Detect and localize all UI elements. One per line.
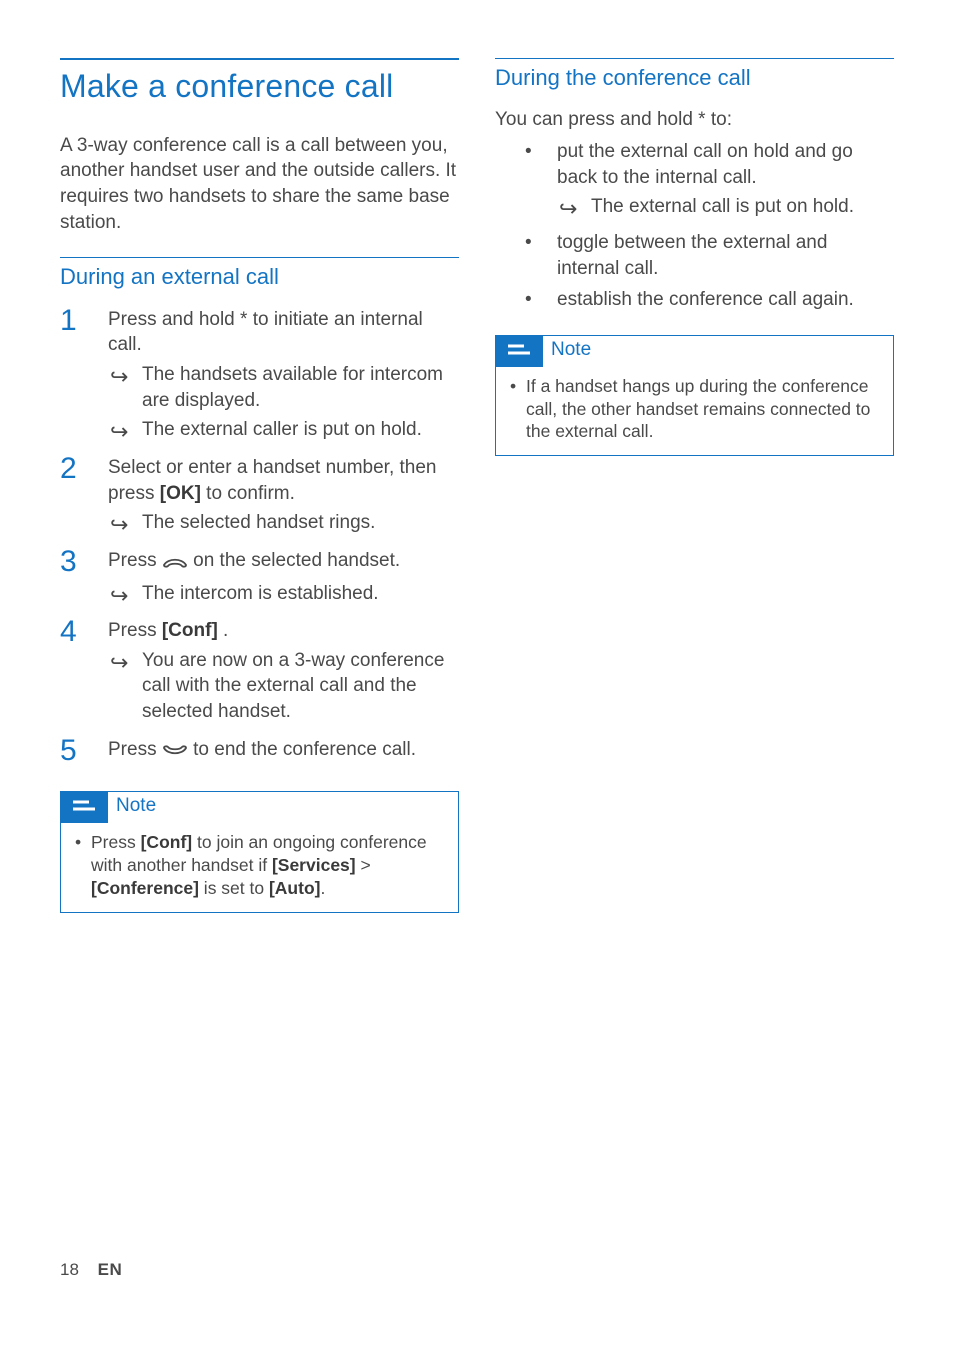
note-item: Press [Conf] to join an ongoing conferen… <box>75 831 444 901</box>
subsection-heading: During an external call <box>60 257 459 292</box>
step-text: on the selected handset. <box>188 550 400 571</box>
result-list: The external call is put on hold. <box>557 194 894 224</box>
subsection-heading: During the conference call <box>495 58 894 93</box>
note-box: Note Press [Conf] to join an ongoing con… <box>60 791 459 912</box>
result-item: The selected handset rings. <box>108 510 459 540</box>
section-heading: Make a conference call <box>60 58 459 109</box>
step-text: . <box>218 620 229 641</box>
step-2: Select or enter a handset number, then p… <box>60 455 459 548</box>
note-title: Note <box>108 791 156 823</box>
step-3: Press on the selected handset. The inter… <box>60 548 459 618</box>
result-item: The intercom is established. <box>108 581 459 611</box>
note-icon <box>495 335 543 367</box>
step-text: to confirm. <box>201 483 295 504</box>
step-text: Press <box>108 620 162 641</box>
right-column: During the conference call You can press… <box>495 58 894 933</box>
bullet-item: establish the conference call again. <box>521 287 894 319</box>
note-icon <box>60 791 108 823</box>
page-number: 18 <box>60 1260 79 1279</box>
lead-paragraph: You can press and hold * to: <box>495 107 894 133</box>
conf-key: [Conf] <box>162 620 218 641</box>
bullet-text: put the external call on hold and go bac… <box>557 141 853 188</box>
result-list: The intercom is established. <box>108 581 459 611</box>
bullet-item: put the external call on hold and go bac… <box>521 139 894 230</box>
note-text: . <box>320 878 325 898</box>
conf-key: [Conf] <box>141 832 193 852</box>
auto-option: [Auto] <box>269 878 321 898</box>
bullet-list: put the external call on hold and go bac… <box>495 139 894 319</box>
conference-menu: [Conference] <box>91 878 199 898</box>
result-item: The external call is put on hold. <box>557 194 894 224</box>
step-text: Press <box>108 739 162 760</box>
note-text: is set to <box>199 878 269 898</box>
result-list: The selected handset rings. <box>108 510 459 540</box>
step-1: Press and hold * to initiate an internal… <box>60 307 459 455</box>
result-list: The handsets available for intercom are … <box>108 362 459 447</box>
bullet-item: toggle between the external and internal… <box>521 230 894 287</box>
note-body: If a handset hangs up during the confere… <box>496 367 893 455</box>
note-header: Note <box>495 335 893 367</box>
step-4: Press [Conf] . You are now on a 3-way co… <box>60 618 459 737</box>
two-column-layout: Make a conference call A 3-way conferenc… <box>60 58 894 933</box>
answer-key-icon <box>162 551 188 577</box>
hangup-key-icon <box>162 740 188 766</box>
result-list: You are now on a 3-way conference call w… <box>108 648 459 729</box>
note-title: Note <box>543 335 591 367</box>
step-5: Press to end the conference call. <box>60 737 459 774</box>
note-header: Note <box>60 791 458 823</box>
intro-paragraph: A 3-way conference call is a call betwee… <box>60 133 459 236</box>
step-text: Press <box>108 550 162 571</box>
note-body: Press [Conf] to join an ongoing conferen… <box>61 823 458 911</box>
result-item: The handsets available for intercom are … <box>108 362 459 417</box>
procedure-steps: Press and hold * to initiate an internal… <box>60 307 459 774</box>
step-text: to end the conference call. <box>188 739 416 760</box>
result-item: You are now on a 3-way conference call w… <box>108 648 459 729</box>
page-footer: 18 EN <box>60 1260 122 1280</box>
result-item: The external caller is put on hold. <box>108 417 459 447</box>
note-box: Note If a handset hangs up during the co… <box>495 335 894 456</box>
services-menu: [Services] <box>272 855 356 875</box>
step-text: Press and hold * to initiate an internal… <box>108 309 423 356</box>
note-text: Press <box>91 832 141 852</box>
note-text: > <box>356 855 371 875</box>
note-item: If a handset hangs up during the confere… <box>510 375 879 445</box>
language-code: EN <box>98 1260 123 1279</box>
manual-page: Make a conference call A 3-way conferenc… <box>0 0 954 1350</box>
left-column: Make a conference call A 3-way conferenc… <box>60 58 459 933</box>
ok-key: [OK] <box>160 483 201 504</box>
